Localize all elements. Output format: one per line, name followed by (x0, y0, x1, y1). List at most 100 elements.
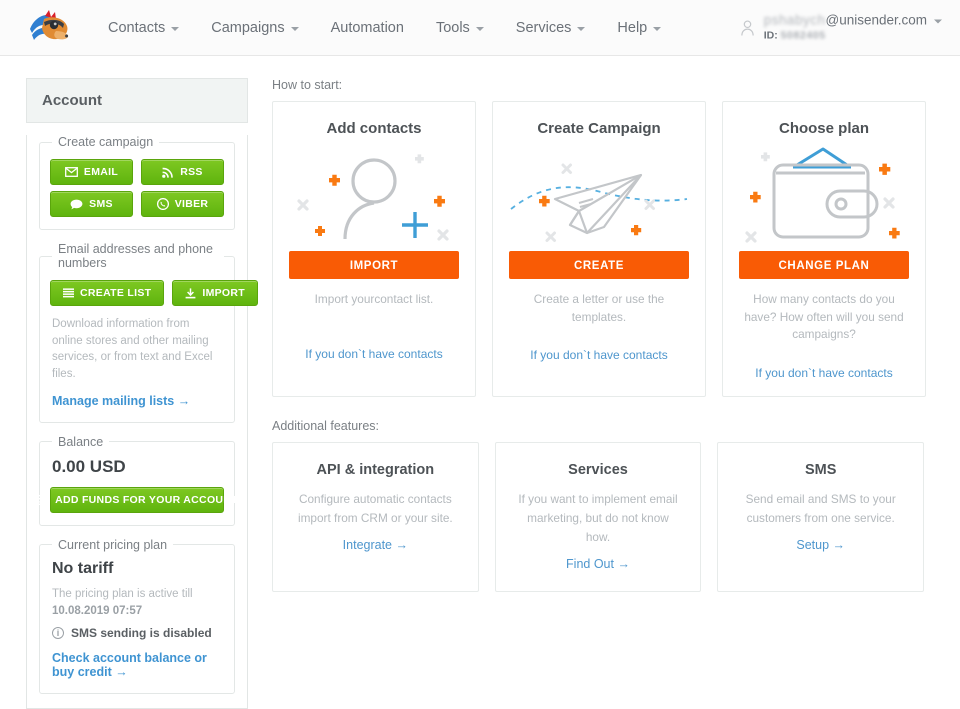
integrate-link[interactable]: Integrate → (343, 538, 408, 552)
card-description: Import yourcontact list. (314, 292, 434, 306)
create-list-button[interactable]: CREATE LIST (50, 280, 165, 306)
no-contacts-link[interactable]: If you don`t have contacts (739, 366, 909, 380)
import-contacts-button[interactable]: IMPORT (172, 280, 258, 306)
nav-item-services[interactable]: Services (500, 14, 602, 42)
create-campaign-legend: Create campaign (58, 135, 154, 149)
chevron-down-icon (475, 26, 484, 31)
card-api-integration: API & integration Configure automatic co… (272, 442, 479, 592)
create-rss-campaign-button[interactable]: RSS (141, 159, 224, 185)
sms-status-label: SMS sending is disabled (71, 626, 212, 641)
info-icon: i (52, 627, 64, 640)
main-content: How to start: Add contacts IMPORT Import… (272, 78, 926, 709)
button-label: RSS (180, 166, 203, 178)
card-services: Services If you want to implement email … (494, 442, 702, 592)
sidebar: Account Create campaign EMAIL RSS SMS VI… (26, 78, 258, 709)
nav-item-tools[interactable]: Tools (420, 14, 500, 42)
add-funds-button[interactable]: ADD FUNDS FOR YOUR ACCOUNT (36, 486, 238, 513)
balance-section: Balance 0.00 USD ADD FUNDS FOR YOUR ACCO… (36, 434, 238, 526)
nav-item-automation[interactable]: Automation (315, 14, 420, 42)
pricing-plan-name: No tariff (52, 559, 114, 577)
main-nav: Contacts Campaigns Automation Tools Serv… (92, 14, 677, 42)
chevron-down-icon (653, 26, 662, 31)
create-button[interactable]: CREATE (509, 251, 689, 279)
create-viber-campaign-button[interactable]: VIBER (141, 191, 224, 217)
pricing-plan-section: Current pricing plan No tariff The prici… (39, 537, 235, 695)
card-title: SMS (804, 462, 837, 479)
button-label: VIBER (174, 198, 209, 210)
change-plan-button[interactable]: CHANGE PLAN (739, 251, 909, 279)
addresses-legend: Email addresses and phone numbers (58, 242, 213, 270)
credit-card-icon (36, 494, 50, 505)
nav-item-label: Campaigns (211, 19, 285, 36)
nav-item-label: Services (515, 19, 572, 36)
button-label: SMS (89, 198, 113, 210)
card-description: Configure automatic contacts import from… (297, 492, 453, 525)
no-contacts-link[interactable]: If you don`t have contacts (289, 347, 459, 361)
manage-mailing-lists-link[interactable]: Manage mailing lists → (52, 394, 222, 408)
account-menu[interactable]: pshabych@unisender.com ID: 5082405 (740, 12, 942, 43)
chevron-down-icon (577, 26, 586, 31)
start-cards: Add contacts IMPORT Import yourcontact l… (272, 101, 926, 398)
account-id: ID: 5082405 (764, 30, 942, 43)
additional-features-label: Additional features: (272, 419, 380, 434)
create-campaign-row-2: SMS VIBER (50, 191, 224, 217)
find-out-link[interactable]: Find Out → (566, 557, 630, 571)
rss-icon (162, 167, 174, 178)
account-id-label: ID: (763, 29, 778, 42)
addresses-section: Email addresses and phone numbers CREATE… (39, 242, 258, 423)
paper-plane-illustration (509, 143, 689, 251)
button-label: CREATE LIST (80, 287, 152, 299)
nav-item-label: Automation (330, 19, 404, 36)
nav-item-label: Tools (435, 19, 470, 36)
button-label: EMAIL (83, 166, 119, 178)
chevron-down-icon (290, 26, 299, 31)
nav-item-contacts[interactable]: Contacts (92, 14, 195, 42)
card-create-campaign: Create Campaign CREATE Create a letter o… (492, 101, 706, 398)
card-title: Add contacts (326, 120, 422, 137)
pricing-plan-legend: Current pricing plan (58, 537, 168, 552)
feature-cards: API & integration Configure automatic co… (272, 442, 925, 592)
card-title: Choose plan (778, 120, 869, 137)
nav-item-label: Help (617, 19, 648, 36)
pricing-plan-note: The pricing plan is active till 10.08.20… (52, 586, 222, 621)
viber-icon (156, 198, 169, 210)
card-description: Create a letter or use the templates. (533, 292, 665, 324)
no-contacts-link[interactable]: If you don`t have contacts (509, 348, 689, 362)
card-description: If you want to implement email marketing… (518, 492, 678, 544)
sidebar-panel: Create campaign EMAIL RSS SMS VIBER Emai… (26, 135, 258, 709)
nav-item-help[interactable]: Help (601, 14, 677, 42)
person-plus-illustration (289, 143, 459, 251)
card-description: How many contacts do you have? How often… (744, 292, 904, 342)
card-choose-plan: Choose plan CHANGE PLAN How many contact… (722, 101, 926, 398)
button-label: IMPORT (202, 287, 245, 299)
account-id-value-redacted: 5082405 (780, 29, 826, 42)
account-info: pshabych@unisender.com ID: 5082405 (764, 12, 942, 43)
addresses-hint: Download information from online stores … (52, 318, 213, 381)
create-campaign-row-1: EMAIL RSS (50, 159, 224, 185)
page-body: Account Create campaign EMAIL RSS SMS VI… (0, 56, 960, 709)
create-email-campaign-button[interactable]: EMAIL (50, 159, 133, 185)
envelope-icon (64, 167, 78, 177)
download-icon (185, 287, 196, 298)
chat-bubble-icon (70, 199, 83, 209)
card-sms: SMS Send email and SMS to your customers… (717, 442, 925, 592)
chevron-down-icon (934, 19, 942, 24)
list-icon (63, 288, 74, 298)
nav-item-campaigns[interactable]: Campaigns (195, 14, 314, 42)
pricing-note-prefix: The pricing plan is active till (52, 587, 193, 600)
setup-link[interactable]: Setup → (796, 538, 845, 552)
account-email-domain: @unisender.com (825, 12, 927, 27)
how-to-start-label: How to start: (272, 78, 343, 92)
addresses-button-row: CREATE LIST IMPORT (50, 280, 258, 306)
pricing-note-date: 10.08.2019 07:57 (52, 604, 143, 617)
user-icon (740, 19, 754, 36)
sidebar-title: Account (26, 78, 248, 123)
button-label: ADD FUNDS FOR YOUR ACCOUNT (55, 493, 238, 506)
create-sms-campaign-button[interactable]: SMS (50, 191, 133, 217)
import-button[interactable]: IMPORT (289, 251, 459, 279)
create-campaign-section: Create campaign EMAIL RSS SMS VIBER (39, 135, 235, 230)
account-email: pshabych@unisender.com (764, 12, 942, 29)
sms-status: i SMS sending is disabled (52, 626, 222, 640)
unisender-dog-logo[interactable] (28, 9, 70, 47)
